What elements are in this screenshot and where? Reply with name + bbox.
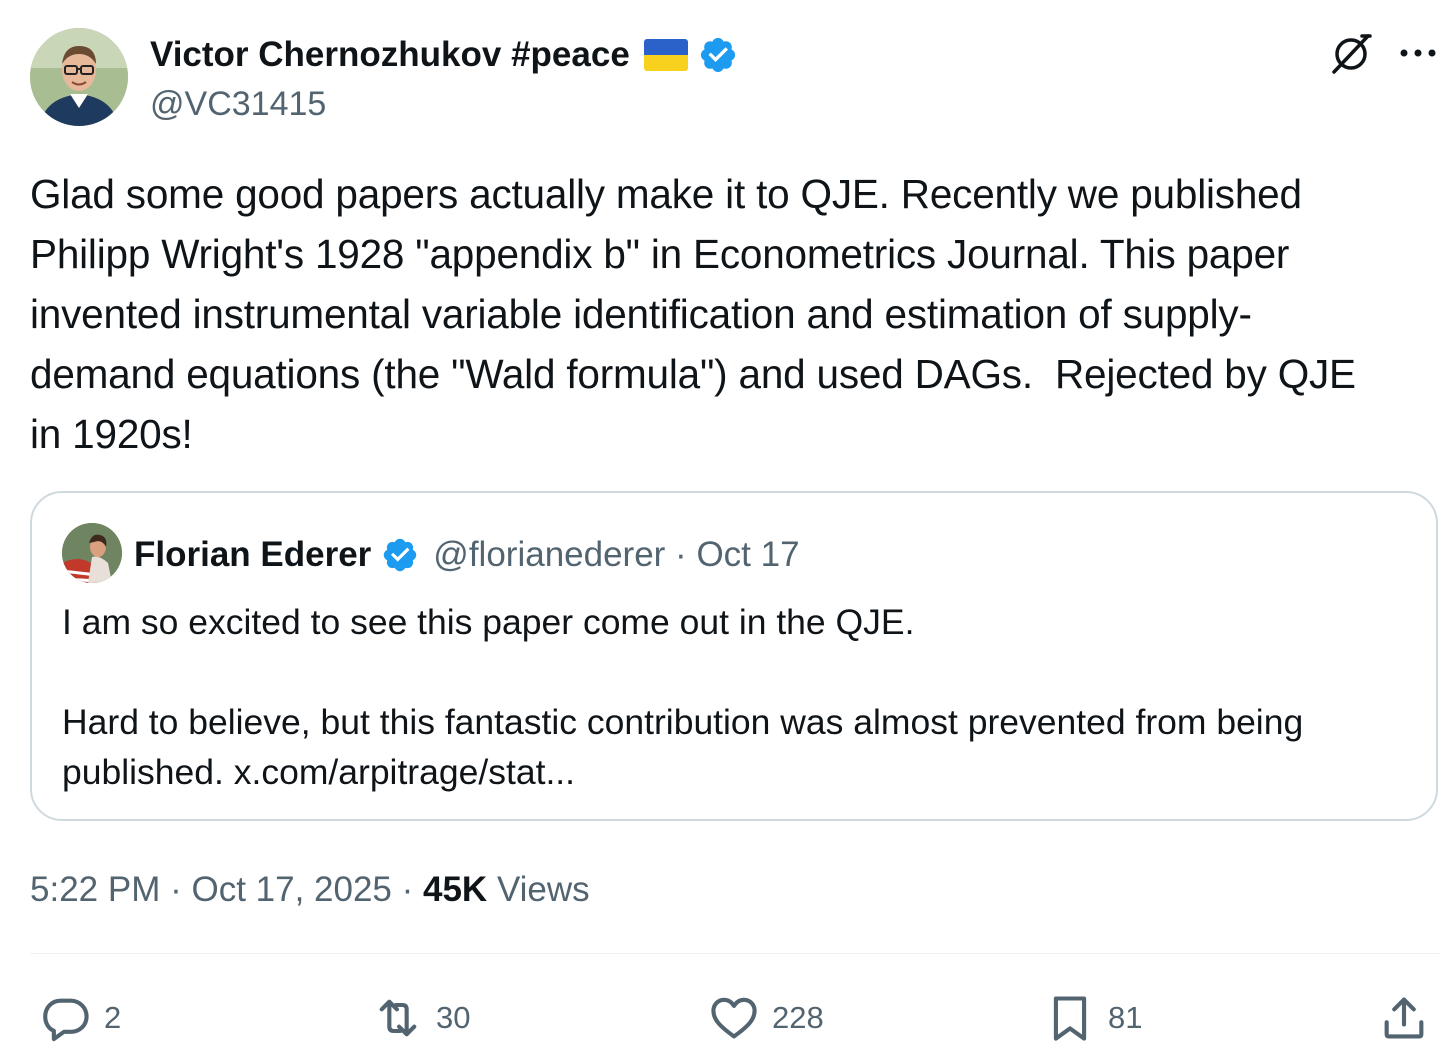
- share-icon: [1384, 997, 1424, 1039]
- bookmark-icon: [1053, 996, 1087, 1041]
- views-label: Views: [487, 870, 590, 909]
- person-avatar-icon: [62, 523, 122, 583]
- repost-button[interactable]: 30: [372, 990, 470, 1046]
- tweet-time[interactable]: 5:22 PM: [30, 870, 160, 909]
- reply-button[interactable]: 2: [40, 990, 121, 1046]
- quote-author-name[interactable]: Florian Ederer: [134, 533, 371, 577]
- quoted-tweet-card[interactable]: Florian Ederer @florianederer · Oct 17 I…: [30, 491, 1438, 821]
- quote-author-avatar[interactable]: [62, 523, 122, 583]
- repost-icon: [379, 999, 417, 1037]
- heart-icon: [711, 997, 757, 1039]
- author-handle[interactable]: @VC31415: [150, 82, 326, 126]
- quote-separator: ·: [665, 535, 697, 574]
- author-name-row[interactable]: Victor Chernozhukov #peace: [150, 33, 738, 77]
- meta-separator: ·: [160, 870, 192, 909]
- reply-icon: [43, 998, 89, 1042]
- quote-header: Florian Ederer @florianederer · Oct 17: [134, 533, 800, 577]
- quote-date[interactable]: Oct 17: [696, 533, 799, 577]
- tweet-date[interactable]: Oct 17, 2025: [191, 870, 391, 909]
- repost-count: 30: [436, 1000, 471, 1035]
- person-avatar-icon: [30, 28, 128, 126]
- share-button[interactable]: [1378, 990, 1430, 1046]
- divider: [30, 953, 1440, 954]
- tweet-meta: 5:22 PM · Oct 17, 2025 · 45K Views: [30, 866, 590, 914]
- like-button[interactable]: 228: [708, 990, 824, 1046]
- views-count: 45K: [423, 870, 488, 909]
- tweet-text: Glad some good papers actually make it t…: [30, 171, 1356, 457]
- verified-badge-icon: [700, 37, 735, 73]
- reply-count: 2: [104, 1000, 122, 1035]
- ukraine-flag-icon: [643, 39, 688, 71]
- like-count: 228: [772, 1000, 824, 1035]
- grok-icon[interactable]: [1328, 30, 1374, 76]
- bookmark-count: 81: [1108, 1000, 1143, 1035]
- quote-text: I am so excited to see this paper come o…: [62, 602, 1304, 792]
- more-icon[interactable]: [1398, 36, 1438, 70]
- author-display-name[interactable]: Victor Chernozhukov #peace: [150, 33, 630, 77]
- quote-author-handle[interactable]: @florianederer: [433, 533, 665, 577]
- meta-separator: ·: [391, 870, 423, 909]
- verified-badge-icon: [384, 538, 417, 572]
- author-avatar[interactable]: [30, 28, 128, 126]
- bookmark-button[interactable]: 81: [1044, 990, 1142, 1046]
